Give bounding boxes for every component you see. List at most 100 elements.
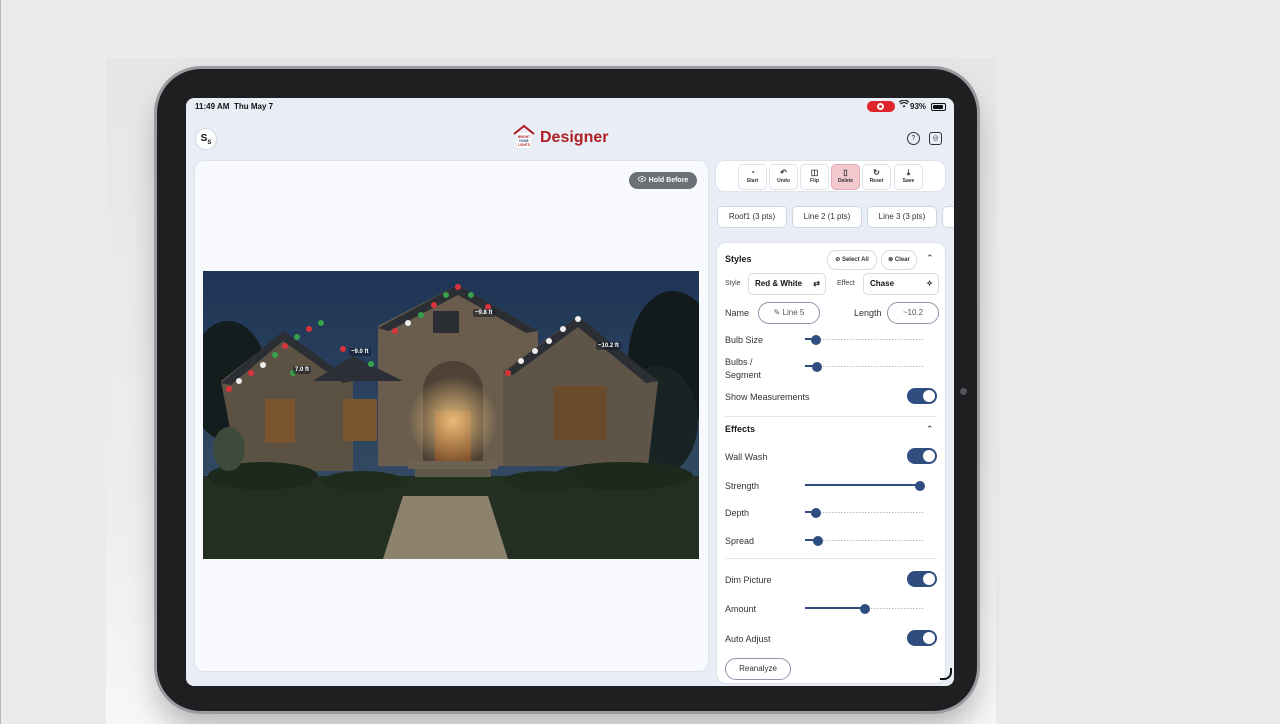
hold-before-button[interactable]: Hold Before [629, 172, 697, 189]
bulb-size-label: Bulb Size [725, 335, 764, 345]
action-toolbar: ◔ Start ↶ Undo ◫ Flip ▯ Delete ↻ Reset ⤓ Save [715, 160, 946, 192]
delete-button[interactable]: ▯ Delete [831, 164, 860, 190]
effect-dropdown[interactable]: Chase ✧ [863, 273, 939, 295]
show-measurements-label: Show Measurements [725, 392, 810, 402]
divider [725, 416, 937, 417]
avatar-sub: S [207, 140, 212, 146]
dim-picture-label: Dim Picture [725, 575, 772, 585]
corner-indicator [940, 668, 952, 680]
slider-knob[interactable] [811, 335, 821, 345]
reset-label: Reset [869, 178, 884, 184]
svg-text:LIGHTS: LIGHTS [518, 143, 530, 147]
status-time: 11:49 AM [195, 102, 230, 111]
chevron-up-icon[interactable]: ⌃ [926, 424, 934, 435]
download-icon: ⤓ [906, 168, 911, 177]
style-dropdown[interactable]: Red & White ⇄ [748, 273, 826, 295]
help-icon[interactable]: ? [907, 132, 920, 145]
avatar[interactable]: SS [195, 128, 217, 150]
spread-label: Spread [725, 536, 755, 546]
wall-wash-toggle[interactable] [907, 448, 937, 464]
measurement-label: 7.0 ft [293, 366, 312, 374]
show-measurements-toggle[interactable] [907, 388, 937, 404]
flip-button[interactable]: ◫ Flip [800, 164, 829, 190]
clear-label: Clear [894, 257, 910, 263]
hold-before-label: Hold Before [648, 177, 689, 184]
chip-more[interactable] [942, 206, 954, 228]
battery-percent: 93% [910, 102, 927, 111]
styles-panel: Styles ⊘ Select All ⊗ Clear ⌃ Style Red … [716, 242, 946, 684]
app-screen: 11:49 AM Thu May 7 93% SS BRIGHT HOME LI… [186, 98, 954, 686]
start-label: Start [746, 178, 759, 184]
bulb-size-slider[interactable] [805, 335, 925, 345]
name-label: Name [725, 308, 750, 318]
measurement-label: ~10.2 ft [596, 342, 621, 350]
house-photo[interactable] [203, 271, 699, 559]
eye-icon [637, 176, 646, 182]
effect-label: Effect [837, 280, 855, 287]
check-circle-icon: ⊘ [835, 257, 842, 263]
start-icon: ◔ [750, 168, 755, 177]
name-value: Line 5 [782, 308, 805, 317]
wall-wash-label: Wall Wash [725, 452, 768, 462]
style-label: Style [725, 280, 741, 287]
window-edge [0, 0, 1, 724]
app-title: Designer [540, 129, 609, 146]
status-bar: 11:49 AM Thu May 7 93% [186, 98, 954, 116]
slider-knob[interactable] [812, 362, 822, 372]
slider-knob[interactable] [860, 604, 870, 614]
length-field[interactable]: ~10.2 [887, 302, 939, 324]
reset-icon: ↻ [873, 168, 880, 177]
sparkle-icon: ✧ [926, 279, 933, 288]
save-label: Save [902, 178, 915, 184]
camera-dot [960, 388, 967, 395]
battery-icon [931, 103, 946, 111]
start-button[interactable]: ◔ Start [738, 164, 767, 190]
status-date: Thu May 7 [234, 102, 274, 111]
flip-icon: ◫ [810, 168, 819, 177]
segment-chips: Roof1 (3 pts) Line 2 (1 pts) Line 3 (3 p… [717, 206, 954, 228]
measurement-label: ~9.0 ft [349, 348, 371, 356]
measurement-label: ~9.8 ft [473, 309, 495, 317]
reanalyze-button[interactable]: Reanalyze [725, 658, 791, 680]
strength-slider[interactable] [805, 481, 925, 491]
clear-button[interactable]: ⊗ Clear [881, 250, 917, 270]
slider-knob[interactable] [813, 536, 823, 546]
chevron-up-icon[interactable]: ⌃ [926, 253, 934, 264]
dim-picture-toggle[interactable] [907, 571, 937, 587]
name-field[interactable]: ✎ Line 5 [758, 302, 820, 324]
bulbs-segment-label: Bulbs / Segment [725, 357, 762, 380]
chip-roof1[interactable]: Roof1 (3 pts) [717, 206, 787, 228]
depth-slider[interactable] [805, 508, 925, 518]
style-value: Red & White [755, 279, 803, 288]
house-logo-icon: BRIGHT HOME LIGHTS [513, 124, 535, 150]
chip-line-2[interactable]: Line 2 (1 pts) [792, 206, 862, 228]
undo-button[interactable]: ↶ Undo [769, 164, 798, 190]
flip-label: Flip [810, 178, 819, 184]
clear-icon: ⊗ [888, 257, 895, 263]
select-all-button[interactable]: ⊘ Select All [827, 250, 877, 270]
swap-icon: ⇄ [813, 279, 820, 288]
award-icon[interactable]: ◎ [929, 132, 942, 145]
pencil-icon: ✎ [773, 308, 783, 317]
effects-title: Effects [725, 424, 756, 434]
undo-label: Undo [777, 178, 790, 184]
trash-icon: ▯ [843, 168, 848, 177]
bulbs-segment-slider[interactable] [805, 362, 925, 372]
reset-button[interactable]: ↻ Reset [862, 164, 891, 190]
divider [725, 558, 937, 559]
spread-slider[interactable] [805, 536, 925, 546]
save-button[interactable]: ⤓ Save [894, 164, 923, 190]
select-all-label: Select All [841, 257, 869, 263]
undo-icon: ↶ [780, 168, 787, 177]
amount-label: Amount [725, 604, 757, 614]
amount-slider[interactable] [805, 604, 925, 614]
length-label: Length [854, 308, 882, 318]
delete-label: Delete [837, 178, 853, 184]
slider-knob[interactable] [811, 508, 821, 518]
auto-adjust-label: Auto Adjust [725, 634, 771, 644]
auto-adjust-toggle[interactable] [907, 630, 937, 646]
chip-line-3[interactable]: Line 3 (3 pts) [867, 206, 937, 228]
screen-recording-icon [867, 101, 895, 112]
slider-knob[interactable] [915, 481, 925, 491]
wifi-icon [898, 99, 910, 110]
